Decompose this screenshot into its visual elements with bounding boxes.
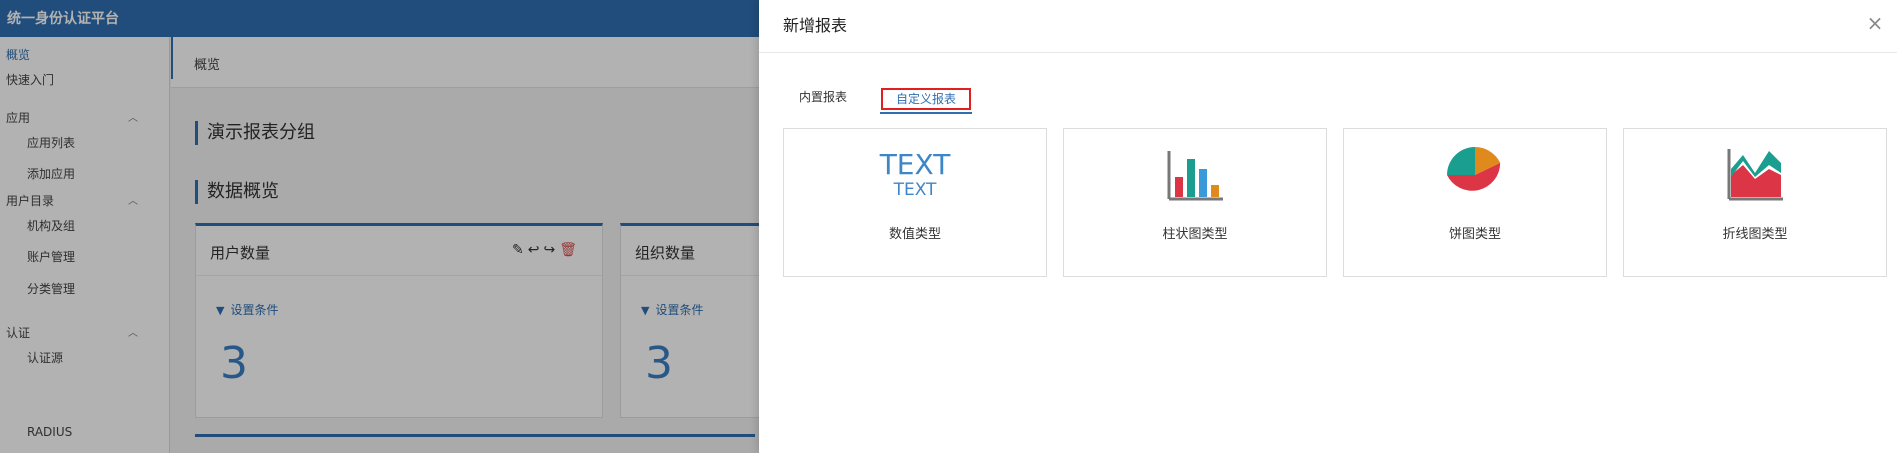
report-type-value[interactable]: TEXT TEXT 数值类型 (783, 128, 1047, 277)
drawer-title: 新增报表 (783, 16, 848, 35)
bar-chart-icon (1064, 147, 1326, 203)
report-type-pie[interactable]: 饼图类型 (1343, 128, 1607, 277)
pie-chart-icon (1344, 147, 1606, 203)
tab-custom-reports[interactable]: 自定义报表 (881, 88, 971, 110)
report-type-label: 折线图类型 (1722, 227, 1788, 242)
drawer-header: 新增报表 × (759, 0, 1897, 53)
icon-text-small: TEXT (893, 180, 937, 200)
close-icon[interactable]: × (1865, 13, 1885, 34)
line-chart-icon (1624, 147, 1886, 203)
report-type-line[interactable]: 折线图类型 (1623, 128, 1887, 277)
text-value-icon: TEXT TEXT (784, 147, 1046, 203)
report-type-label: 数值类型 (888, 227, 941, 242)
add-report-drawer: 新增报表 × 内置报表 自定义报表 TEXT TEXT 数值类型 柱状图类型 饼… (759, 0, 1897, 453)
tab-builtin-reports[interactable]: 内置报表 (799, 88, 847, 105)
report-type-label: 饼图类型 (1448, 227, 1501, 242)
report-type-bar[interactable]: 柱状图类型 (1063, 128, 1327, 277)
report-type-label: 柱状图类型 (1162, 227, 1228, 242)
icon-text-big: TEXT (879, 148, 951, 181)
active-tab-indicator (880, 112, 972, 114)
